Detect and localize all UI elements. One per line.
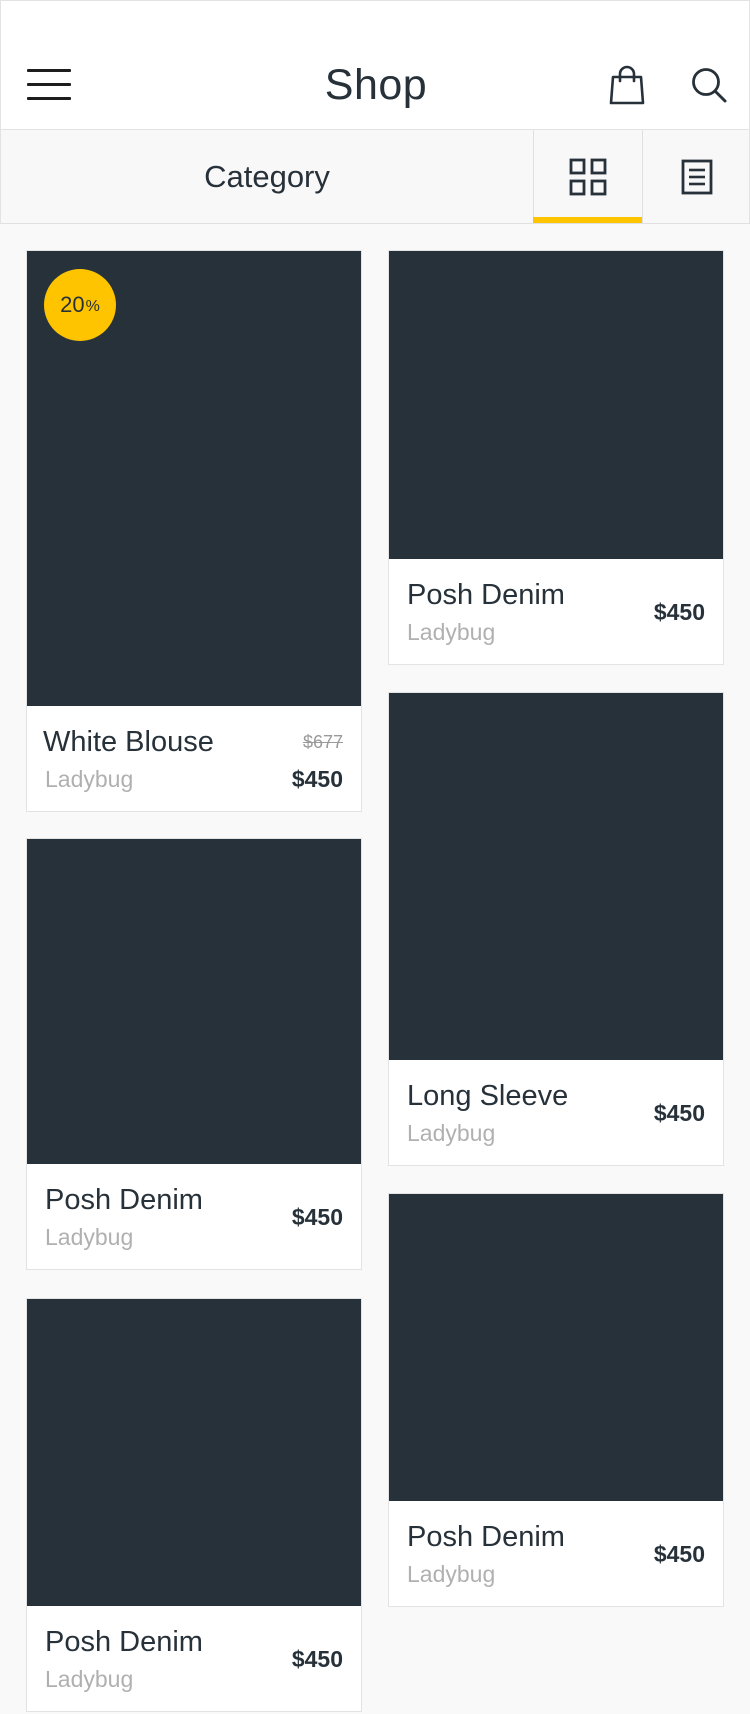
product-name: Posh Denim: [45, 1184, 203, 1216]
product-info: Long Sleeve Ladybug $450: [389, 1060, 723, 1165]
product-info: Posh Denim Ladybug $450: [27, 1164, 361, 1269]
product-name: Posh Denim: [45, 1626, 203, 1658]
product-image: [27, 1299, 361, 1607]
grid-view-toggle[interactable]: [533, 130, 642, 223]
category-toolbar: Category: [0, 130, 750, 224]
product-brand: Ladybug: [407, 1120, 496, 1146]
product-card[interactable]: Posh Denim Ladybug $450: [388, 1193, 724, 1607]
original-price: $677: [302, 732, 343, 752]
product-name: Posh Denim: [407, 1521, 565, 1553]
product-card[interactable]: Posh Denim Ladybug $450: [388, 250, 724, 665]
product-price: $450: [653, 599, 705, 625]
product-price: $450: [291, 1204, 343, 1230]
product-info: Posh Denim Ladybug $450: [27, 1606, 361, 1711]
product-brand: Ladybug: [45, 1224, 134, 1250]
product-image: [389, 693, 723, 1061]
hamburger-menu-icon[interactable]: [27, 69, 71, 101]
product-brand: Ladybug: [45, 1666, 134, 1692]
product-price: $450: [653, 1100, 705, 1126]
product-brand: Ladybug: [45, 766, 134, 792]
search-icon[interactable]: [687, 63, 731, 107]
product-image: 20%: [27, 251, 361, 707]
product-card-long-sleeve[interactable]: Long Sleeve Ladybug $450: [388, 692, 724, 1166]
shop-page: Shop Category 20 % White Blouse Ladybug …: [0, 0, 750, 1714]
category-filter-button[interactable]: Category: [1, 130, 533, 223]
product-card-white-blouse[interactable]: 20% White Blouse Ladybug $677 $450: [26, 250, 362, 812]
list-view-icon: [681, 159, 712, 194]
product-name: White Blouse: [43, 726, 214, 758]
product-card[interactable]: Posh Denim Ladybug $450: [26, 838, 362, 1270]
product-info: White Blouse Ladybug $677 $450: [27, 706, 361, 811]
product-price: $450: [291, 1646, 343, 1672]
product-price: $450: [291, 766, 343, 792]
discount-badge: 20%: [44, 269, 116, 341]
product-image: [389, 251, 723, 560]
shopping-bag-icon[interactable]: [605, 63, 649, 107]
product-brand: Ladybug: [407, 1561, 496, 1587]
product-image: [389, 1194, 723, 1502]
product-card[interactable]: Posh Denim Ladybug $450: [26, 1298, 362, 1712]
product-price: $450: [653, 1541, 705, 1567]
product-brand: Ladybug: [407, 619, 496, 645]
list-view-toggle[interactable]: [642, 130, 750, 223]
product-name: Posh Denim: [407, 579, 565, 611]
product-info: Posh Denim Ladybug $450: [389, 559, 723, 664]
product-info: Posh Denim Ladybug $450: [389, 1501, 723, 1606]
active-view-indicator: [533, 217, 642, 223]
product-name: Long Sleeve: [407, 1080, 569, 1112]
top-app-bar: Shop: [0, 0, 750, 130]
grid-view-icon: [569, 158, 607, 195]
product-image: [27, 839, 361, 1165]
